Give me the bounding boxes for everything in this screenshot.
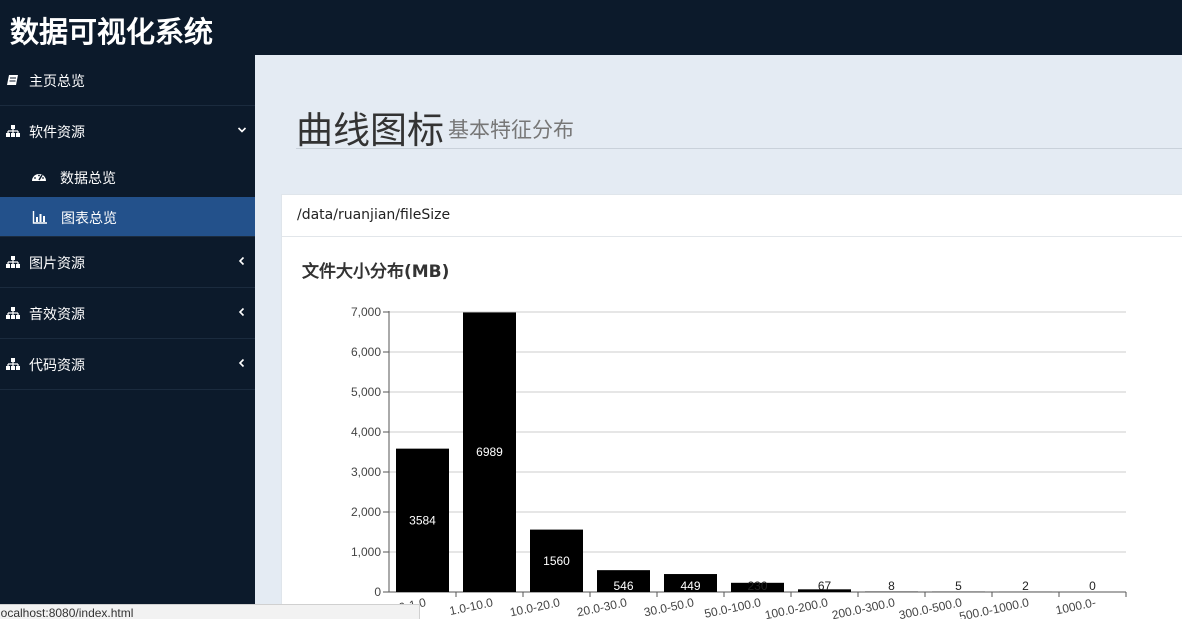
chevron-left-icon [238, 307, 245, 317]
bar-value-label: 0 [1089, 579, 1096, 593]
x-tick-label: 200.0-300.0 [831, 595, 897, 619]
sidebar-item-label: 音效资源 [29, 307, 85, 323]
chevron-left-icon [238, 256, 245, 266]
bar-value-label: 5 [955, 579, 962, 593]
y-tick-label: 1,000 [351, 545, 381, 559]
sidebar-item-label: 代码资源 [29, 358, 85, 374]
page-header: 曲线图标 基本特征分布 [296, 96, 1182, 152]
x-tick-label: 500.0-1000.0 [958, 595, 1030, 619]
bar-value-label: 546 [613, 579, 633, 593]
sitemap-icon [6, 125, 20, 137]
bar-value-label: 1560 [543, 554, 570, 568]
bar-value-label: 67 [818, 579, 832, 593]
page-title: 曲线图标 [296, 109, 444, 152]
sidebar-item-images[interactable]: 图片资源 [0, 237, 255, 288]
chevron-down-icon [237, 127, 247, 133]
x-tick-label: 100.0-200.0 [764, 595, 830, 619]
page-subtitle: 基本特征分布 [448, 118, 574, 142]
y-tick-label: 5,000 [351, 385, 381, 399]
x-tick-label: 50.0-100.0 [703, 595, 762, 619]
sidebar-item-label: 软件资源 [29, 125, 85, 141]
x-tick-label: 1.0-10.0 [448, 595, 494, 618]
sidebar-item-home[interactable]: 主页总览 [0, 55, 255, 106]
y-tick-label: 7,000 [351, 305, 381, 319]
sidebar-item-code[interactable]: 代码资源 [0, 339, 255, 390]
app-title: 数据可视化系统 [10, 15, 214, 49]
sidebar-subitem-chart-overview[interactable]: 图表总览 [0, 197, 255, 237]
book-icon [7, 75, 18, 85]
sidebar-item-label: 图片资源 [29, 256, 85, 272]
chevron-left-icon [238, 358, 245, 368]
top-bar: 数据可视化系统 [0, 0, 1182, 55]
chart-panel: /data/ruanjian/fileSize 文件大小分布(MB) 0 1,00… [281, 194, 1182, 619]
bar-value-label: 6989 [476, 445, 503, 459]
browser-status-bar: localhost:8080/index.html [0, 604, 420, 619]
y-tick-label: 3,000 [351, 465, 381, 479]
sidebar-item-label: 主页总览 [29, 74, 85, 90]
sidebar-item-software[interactable]: 软件资源 [0, 106, 255, 157]
bar-chart-icon [32, 211, 47, 224]
bar-chart: 0 1,000 2,000 3,000 4,000 5,000 6,000 7,000 3584… [351, 305, 1127, 619]
sidebar-subitem-label: 图表总览 [61, 211, 117, 227]
bar-value-label: 3584 [409, 513, 436, 527]
sidebar: 主页总览 软件资源 数据总览 图表总览 图片资源 音效资源 代码资源 [0, 55, 255, 619]
dashboard-icon [32, 174, 46, 181]
y-tick-label: 6,000 [351, 345, 381, 359]
x-tick-label: 30.0-50.0 [643, 595, 696, 619]
status-url: localhost:8080/index.html [0, 606, 134, 619]
x-tick-label: 1000.0- [1054, 595, 1097, 617]
sitemap-icon [6, 358, 20, 370]
sitemap-icon [6, 256, 20, 268]
sidebar-subitem-label: 数据总览 [60, 171, 116, 187]
x-tick-label: 300.0-500.0 [898, 595, 964, 619]
y-tick-label: 0 [374, 585, 381, 599]
x-tick-label: 10.0-20.0 [509, 595, 562, 619]
bar-value-label: 230 [747, 579, 767, 593]
bar-value-label: 449 [680, 579, 700, 593]
bar-value-label: 2 [1022, 579, 1029, 593]
sidebar-subitem-data-overview[interactable]: 数据总览 [0, 157, 255, 197]
sidebar-item-audio[interactable]: 音效资源 [0, 288, 255, 339]
y-tick-label: 4,000 [351, 425, 381, 439]
x-tick-label: 20.0-30.0 [576, 595, 629, 619]
bar-value-label: 8 [888, 579, 895, 593]
sitemap-icon [6, 307, 20, 319]
y-tick-label: 2,000 [351, 505, 381, 519]
